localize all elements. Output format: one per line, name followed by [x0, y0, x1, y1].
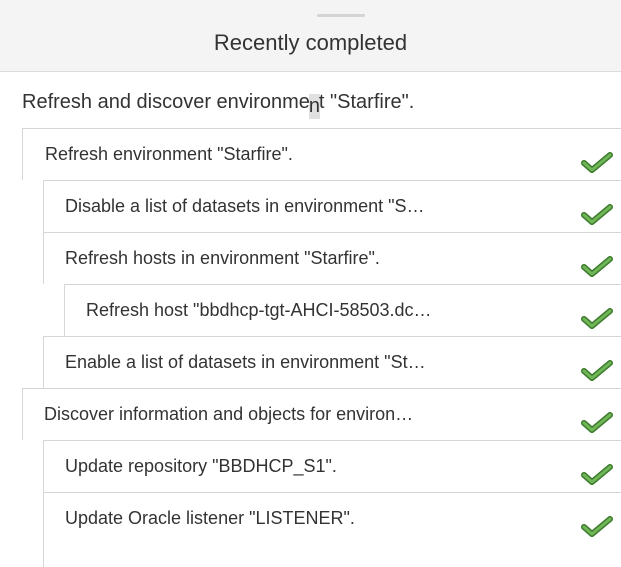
check-icon: [581, 360, 613, 381]
panel-header: Recently completed: [0, 0, 621, 72]
task-label: Update Oracle listener "LISTENER".: [65, 508, 355, 528]
task-row[interactable]: Enable a list of datasets in environment…: [43, 336, 621, 388]
check-icon: [581, 152, 613, 173]
drag-handle[interactable]: [317, 14, 365, 17]
task-label: Disable a list of datasets in environmen…: [65, 196, 425, 216]
root-task-label-end: t "Starfire".: [318, 91, 415, 113]
task-label: Enable a list of datasets in environment…: [65, 352, 426, 372]
task-row[interactable]: Refresh environment "Starfire".: [22, 128, 621, 180]
task-row[interactable]: Refresh hosts in environment "Starfire".: [43, 232, 621, 284]
recently-completed-panel: Recently completed Refresh and discover …: [0, 0, 621, 567]
task-row[interactable]: Disable a list of datasets in environmen…: [43, 180, 621, 232]
task-row[interactable]: Refresh host "bbdhcp-tgt-AHCI-58503.dc…: [64, 284, 621, 336]
panel-title: Recently completed: [213, 30, 408, 55]
task-row[interactable]: Discover information and objects for env…: [22, 388, 621, 440]
check-icon: [581, 516, 613, 537]
check-icon: [581, 464, 613, 485]
task-row[interactable]: Update repository "BBDHCP_S1".: [43, 440, 621, 492]
task-label: Refresh hosts in environment "Starfire".: [65, 248, 380, 268]
task-label: Update repository "BBDHCP_S1".: [65, 456, 337, 476]
task-label: Refresh environment "Starfire".: [45, 144, 293, 164]
check-icon: [581, 204, 613, 225]
task-label: Discover information and objects for env…: [44, 404, 414, 424]
check-icon: [581, 308, 613, 329]
task-label: Refresh host "bbdhcp-tgt-AHCI-58503.dc…: [86, 300, 432, 320]
check-icon: [581, 256, 613, 277]
check-icon: [581, 412, 613, 433]
root-task-label-start: Refresh and discover environme: [22, 91, 310, 113]
root-task-row[interactable]: Refresh and discover environment "Starfi…: [0, 73, 621, 128]
root-task-label: Refresh and discover environment "Starfi…: [22, 90, 414, 119]
task-row[interactable]: Update Oracle listener "LISTENER".: [43, 492, 621, 567]
